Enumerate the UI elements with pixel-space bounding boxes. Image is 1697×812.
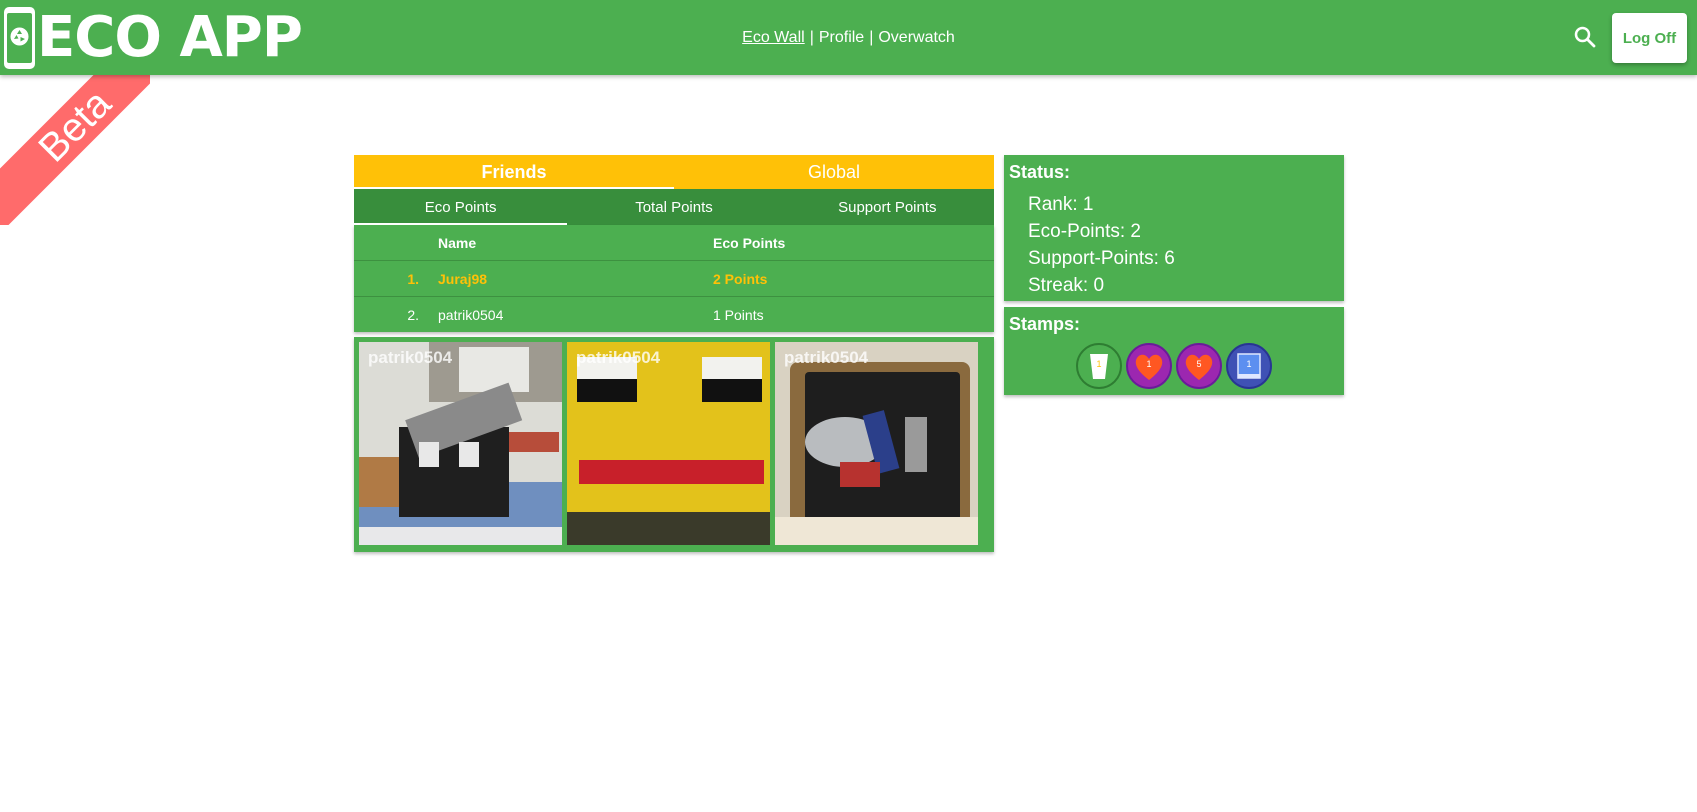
status-rank: Rank: 1 xyxy=(1028,194,1094,215)
stamps-panel: Stamps: 1 1 5 1 xyxy=(1004,307,1344,395)
stamp-badge[interactable]: 1 xyxy=(1126,343,1172,389)
nav-overwatch[interactable]: Overwatch xyxy=(878,29,954,47)
tab-support-points[interactable]: Support Points xyxy=(781,189,994,225)
stamp-count: 1 xyxy=(1146,359,1152,369)
beta-ribbon: Beta xyxy=(0,75,150,225)
stamp-count: 5 xyxy=(1196,359,1202,369)
status-title: Status: xyxy=(1009,162,1071,182)
gallery-photo[interactable]: patrik0504 xyxy=(775,342,978,545)
nav-eco-wall[interactable]: Eco Wall xyxy=(742,29,805,47)
gallery-photo[interactable]: patrik0504 xyxy=(359,342,562,545)
scope-tabs: Friends Global xyxy=(354,155,994,189)
nav-separator: | xyxy=(869,28,874,46)
stamp-badge[interactable]: 5 xyxy=(1176,343,1222,389)
recycling-basket-photo xyxy=(775,342,978,545)
status-list: Rank: 1 Eco-Points: 2 Support-Points: 6 … xyxy=(1004,191,1344,299)
name-header: Name xyxy=(438,234,477,251)
table-header: Name Eco Points xyxy=(354,225,994,261)
tab-global[interactable]: Global xyxy=(674,155,994,189)
tab-total-points[interactable]: Total Points xyxy=(567,189,780,225)
logo-text: ECO APP xyxy=(37,5,303,70)
stamps-title: Stamps: xyxy=(1009,314,1081,334)
stamp-badge[interactable]: 1 xyxy=(1226,343,1272,389)
status-support-points: Support-Points: 6 xyxy=(1028,248,1175,269)
row-points: 1 Points xyxy=(713,306,764,323)
tab-friends[interactable]: Friends xyxy=(354,155,674,189)
photo-user: patrik0504 xyxy=(576,348,661,367)
stamp-badge[interactable]: 1 xyxy=(1076,343,1122,389)
row-points: 2 Points xyxy=(713,270,768,287)
photo-user: patrik0504 xyxy=(368,348,453,367)
tab-eco-points[interactable]: Eco Points xyxy=(354,189,568,225)
app-logo[interactable]: ECO APP xyxy=(4,5,303,71)
table-row[interactable]: 2. patrik0504 1 Points xyxy=(354,297,994,332)
log-off-button[interactable]: Log Off xyxy=(1612,13,1687,63)
photo-user: patrik0504 xyxy=(784,348,869,367)
stamp-list: 1 1 5 1 xyxy=(1076,343,1272,389)
lego-machine-photo xyxy=(359,342,562,545)
nav-separator: | xyxy=(809,28,814,46)
row-rank: 2. xyxy=(407,306,419,323)
row-rank: 1. xyxy=(407,270,419,287)
leaderboard-panel: Friends Global Eco Points Total Points S… xyxy=(354,155,994,552)
table-row[interactable]: 1. Juraj98 2 Points xyxy=(354,261,994,297)
status-eco-points: Eco-Points: 2 xyxy=(1028,221,1141,242)
points-header: Eco Points xyxy=(713,234,786,251)
app-header: ECO APP Eco Wall | Profile | Overwatch L… xyxy=(0,0,1697,75)
phone-recycle-icon xyxy=(4,7,35,69)
status-panel: Status: Rank: 1 Eco-Points: 2 Support-Po… xyxy=(1004,155,1344,301)
stamp-count: 1 xyxy=(1096,359,1102,369)
points-tabs: Eco Points Total Points Support Points xyxy=(354,189,994,225)
lego-face-photo xyxy=(567,342,770,545)
row-name: patrik0504 xyxy=(438,306,504,323)
gallery-photo[interactable]: patrik0504 xyxy=(567,342,770,545)
nav-profile[interactable]: Profile xyxy=(819,29,864,47)
leaderboard-table: Name Eco Points 1. Juraj98 2 Points 2. p… xyxy=(354,225,994,332)
beta-label: Beta xyxy=(0,75,150,225)
row-name: Juraj98 xyxy=(438,270,488,287)
search-icon[interactable] xyxy=(1573,25,1597,49)
status-streak: Streak: 0 xyxy=(1028,275,1105,296)
stamp-count: 1 xyxy=(1246,359,1252,369)
photo-gallery: patrik0504 patrik0504 patrik0504 xyxy=(354,337,994,552)
